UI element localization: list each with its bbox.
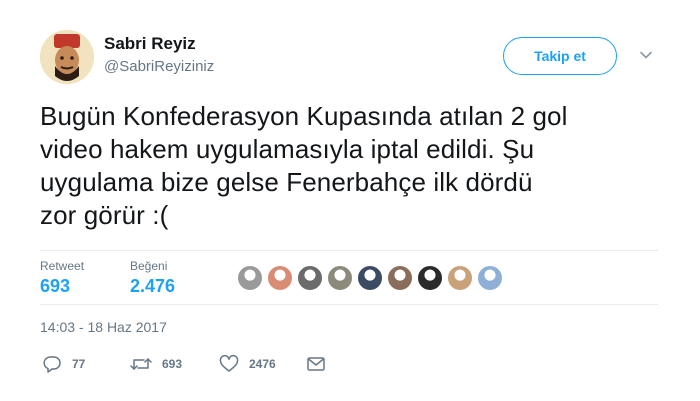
display-name[interactable]: Sabri Reyiz [104,34,196,54]
liker-avatar[interactable] [356,264,384,292]
liker-avatar[interactable] [446,264,474,292]
retweet-action-count: 693 [162,357,183,371]
tweet-text: Bugün Konfederasyon Kupasında atılan 2 g… [40,101,568,230]
user-handle[interactable]: @SabriReyiziniz [104,58,214,75]
liker-avatar[interactable] [476,264,504,292]
liker-avatar[interactable] [416,264,444,292]
divider-bottom [40,304,658,305]
heart-icon[interactable] [219,355,239,373]
direct-message-action[interactable] [306,355,326,373]
retweet-icon[interactable] [130,355,152,373]
follow-button[interactable]: Takip et [503,37,617,75]
liker-avatar[interactable] [266,264,294,292]
retweet-action[interactable]: 693 [130,355,182,373]
reply-count: 77 [72,357,86,371]
chevron-down-icon[interactable] [639,48,653,62]
tweet-timestamp[interactable]: 14:03 - 18 Haz 2017 [40,319,167,335]
likes-stat-label: Beğeni [130,259,168,273]
likes-stat-count[interactable]: 2.476 [130,276,175,297]
liker-avatar[interactable] [326,264,354,292]
avatar[interactable] [40,30,94,84]
reply-icon[interactable] [42,355,62,373]
liker-avatar[interactable] [236,264,264,292]
retweet-stat-count[interactable]: 693 [40,276,84,297]
liker-avatar[interactable] [296,264,324,292]
likes-stat[interactable]: Beğeni 2.476 [130,259,175,297]
retweet-stat-label: Retweet [40,259,85,273]
envelope-icon[interactable] [306,355,326,373]
retweet-stat[interactable]: Retweet 693 [40,259,84,297]
like-action-count: 2476 [249,357,276,371]
liker-avatar[interactable] [386,264,414,292]
reply-action[interactable]: 77 [42,355,85,373]
divider-top [40,250,658,251]
like-action[interactable]: 2476 [219,355,276,373]
